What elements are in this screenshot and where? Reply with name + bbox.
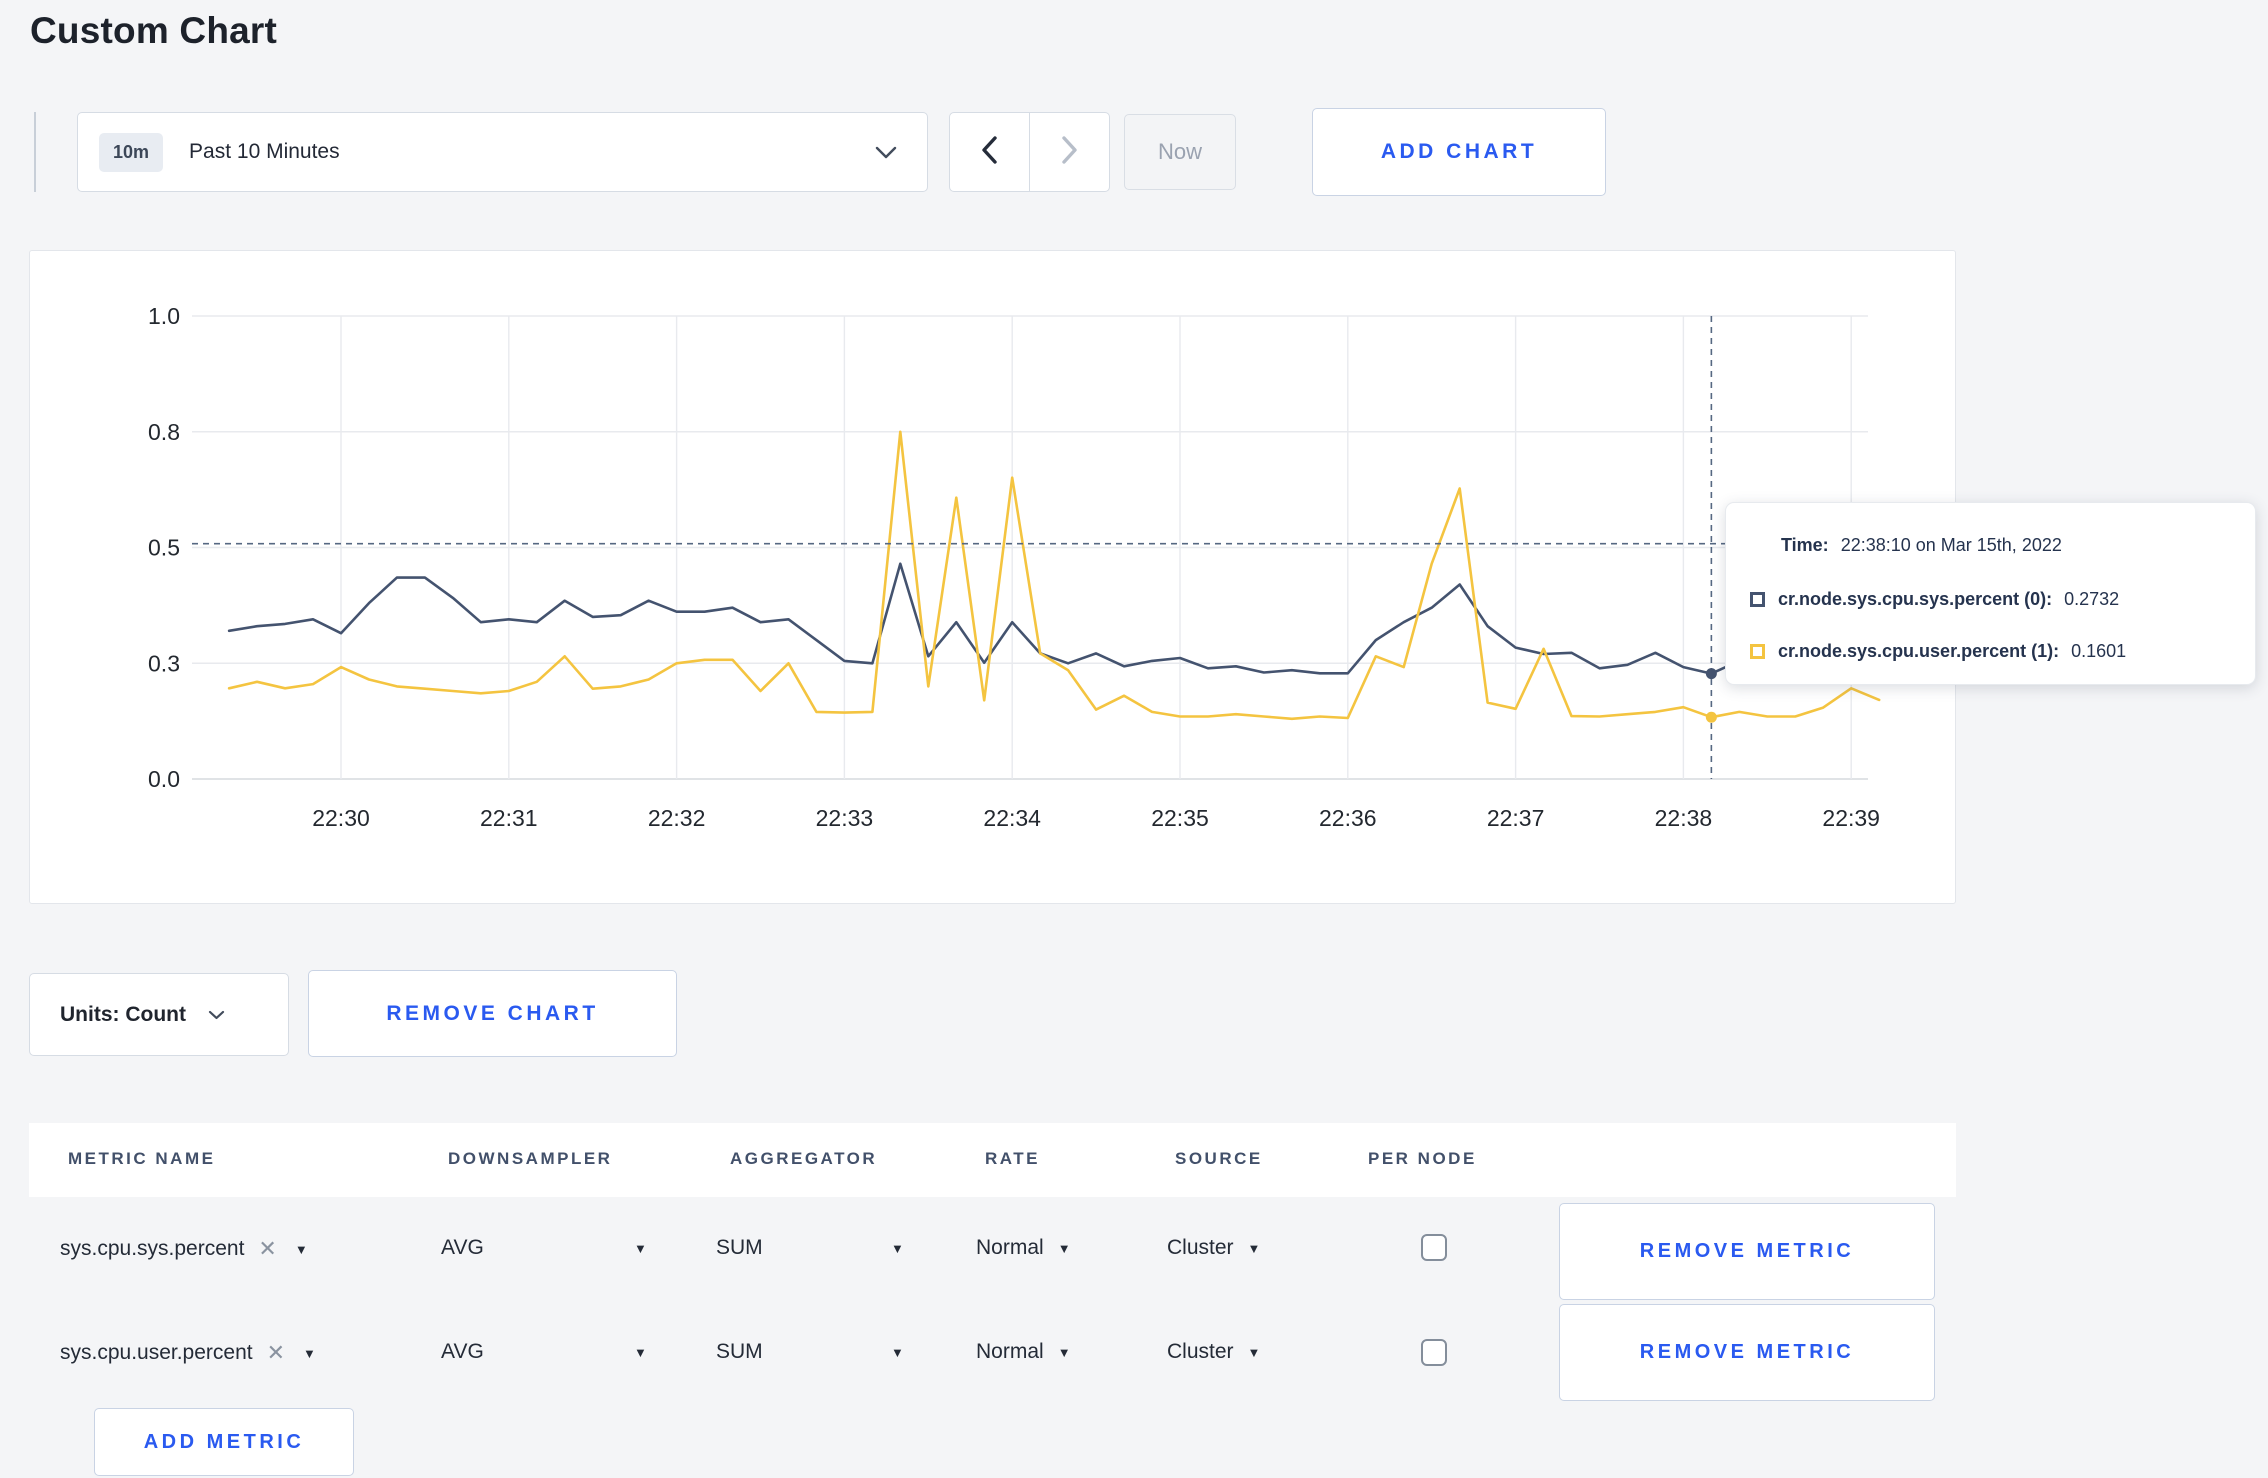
time-nav-group [949, 112, 1110, 192]
source-select[interactable]: Cluster ▼ [1167, 1340, 1260, 1364]
svg-text:22:34: 22:34 [983, 805, 1041, 831]
time-window-label: Past 10 Minutes [189, 140, 340, 163]
tooltip-time-value: 22:38:10 on Mar 15th, 2022 [1840, 534, 2062, 555]
clear-metric-icon[interactable]: ✕ [267, 1340, 285, 1366]
units-select[interactable]: Units: Count [29, 973, 289, 1056]
caret-down-icon: ▼ [1057, 1344, 1071, 1360]
chart-tooltip: Time: 22:38:10 on Mar 15th, 2022 cr.node… [1725, 502, 2256, 685]
clear-metric-icon[interactable]: ✕ [258, 1236, 276, 1262]
time-back-button[interactable] [950, 113, 1030, 191]
toolbar-divider [34, 112, 36, 192]
col-header-rate: RATE [985, 1149, 1041, 1168]
caret-down-icon: ▼ [891, 1344, 904, 1360]
add-metric-button[interactable]: ADD METRIC [94, 1408, 354, 1476]
col-header-downsampler: DOWNSAMPLER [448, 1149, 613, 1168]
svg-text:22:36: 22:36 [1319, 805, 1377, 831]
svg-text:22:39: 22:39 [1822, 805, 1880, 831]
aggregator-select[interactable]: SUM ▼ [716, 1340, 904, 1364]
caret-down-icon: ▼ [303, 1345, 316, 1361]
svg-text:22:37: 22:37 [1487, 805, 1545, 831]
time-window-badge: 10m [99, 132, 164, 172]
tooltip-series-1-name: cr.node.sys.cpu.user.percent (1): [1778, 640, 2060, 661]
svg-text:22:35: 22:35 [1151, 805, 1209, 831]
tooltip-series-1-value: 0.1601 [2071, 640, 2127, 661]
time-window-select[interactable]: 10m Past 10 Minutes [77, 112, 928, 192]
metric-name-select[interactable]: sys.cpu.user.percent ✕ ▼ [60, 1340, 316, 1366]
units-label: Units: Count [60, 1002, 186, 1026]
caret-down-icon: ▼ [634, 1344, 647, 1360]
remove-metric-button[interactable]: REMOVE METRIC [1559, 1203, 1935, 1300]
time-series-chart[interactable]: 0.0 0.3 0.5 0.8 1.0 22:30 22:31 22:32 22:33 22:34… [30, 251, 1955, 903]
svg-text:22:31: 22:31 [480, 805, 538, 831]
col-header-per-node: PER NODE [1368, 1149, 1477, 1168]
aggregator-select[interactable]: SUM ▼ [716, 1236, 904, 1260]
svg-text:1.0: 1.0 [148, 303, 180, 329]
page-title: Custom Chart [30, 10, 278, 51]
col-header-source: SOURCE [1175, 1149, 1263, 1168]
caret-down-icon: ▼ [891, 1240, 904, 1256]
svg-text:22:32: 22:32 [648, 805, 706, 831]
tooltip-series-0-value: 0.2732 [2064, 588, 2120, 609]
caret-down-icon: ▼ [1057, 1240, 1071, 1256]
svg-text:0.5: 0.5 [148, 535, 180, 561]
caret-down-icon: ▼ [1247, 1240, 1261, 1256]
caret-down-icon: ▼ [294, 1241, 308, 1257]
series-swatch-user-icon [1750, 643, 1765, 659]
downsampler-select[interactable]: AVG ▼ [441, 1340, 647, 1364]
chevron-down-icon [208, 1010, 225, 1020]
now-button-label: Now [1157, 139, 1202, 164]
add-chart-label: ADD CHART [1380, 140, 1538, 163]
tooltip-time-label: Time: [1781, 534, 1829, 555]
downsampler-select[interactable]: AVG ▼ [441, 1236, 647, 1260]
rate-select[interactable]: Normal ▼ [976, 1236, 1071, 1260]
svg-text:22:38: 22:38 [1655, 805, 1713, 831]
svg-text:22:33: 22:33 [816, 805, 874, 831]
chevron-right-icon [1061, 135, 1078, 169]
remove-chart-button[interactable]: REMOVE CHART [308, 970, 677, 1057]
add-chart-button[interactable]: ADD CHART [1312, 108, 1606, 196]
caret-down-icon: ▼ [634, 1240, 647, 1256]
col-header-aggregator: AGGREGATOR [730, 1149, 878, 1168]
per-node-checkbox[interactable] [1421, 1339, 1447, 1366]
time-forward-button[interactable] [1030, 113, 1109, 191]
remove-chart-label: REMOVE CHART [386, 1001, 599, 1025]
per-node-checkbox[interactable] [1421, 1234, 1447, 1261]
series-swatch-sys-icon [1750, 591, 1765, 607]
svg-text:0.0: 0.0 [148, 766, 180, 792]
rate-select[interactable]: Normal ▼ [976, 1340, 1071, 1364]
svg-text:22:30: 22:30 [312, 805, 370, 831]
col-header-metric-name: METRIC NAME [68, 1149, 216, 1168]
now-button[interactable]: Now [1124, 114, 1236, 190]
svg-text:0.3: 0.3 [148, 650, 180, 676]
svg-text:0.8: 0.8 [148, 419, 180, 445]
chevron-left-icon [981, 135, 998, 169]
chart-panel: 0.0 0.3 0.5 0.8 1.0 22:30 22:31 22:32 22:33 22:34… [29, 250, 1956, 904]
remove-metric-button[interactable]: REMOVE METRIC [1559, 1304, 1935, 1401]
metric-name-select[interactable]: sys.cpu.sys.percent ✕ ▼ [60, 1236, 308, 1262]
caret-down-icon: ▼ [1247, 1344, 1261, 1360]
chevron-down-icon [875, 146, 897, 159]
source-select[interactable]: Cluster ▼ [1167, 1236, 1260, 1260]
metrics-table-header: METRIC NAME DOWNSAMPLER AGGREGATOR RATE … [29, 1123, 1956, 1197]
tooltip-series-0-name: cr.node.sys.cpu.sys.percent (0): [1778, 588, 2053, 609]
